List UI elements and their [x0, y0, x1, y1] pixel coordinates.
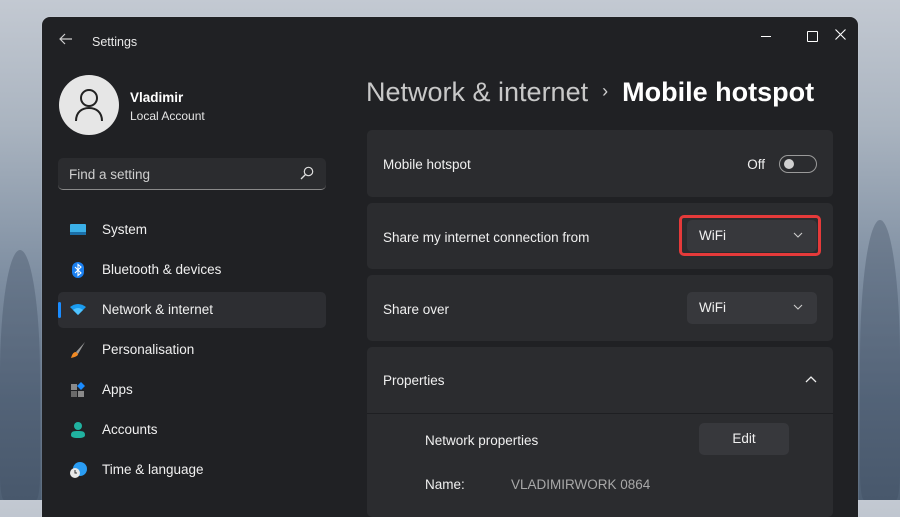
back-button[interactable] — [56, 31, 76, 51]
person-icon — [75, 89, 103, 122]
bluetooth-icon — [72, 262, 84, 278]
sidebar-item-label: Apps — [102, 382, 133, 397]
sidebar-item-network[interactable]: Network & internet — [58, 292, 326, 328]
breadcrumb: Network & internet › Mobile hotspot — [366, 77, 814, 108]
title-bar: Settings — [42, 17, 858, 65]
name-value: VLADIMIRWORK 0864 — [511, 477, 651, 492]
mobile-hotspot-label: Mobile hotspot — [383, 157, 471, 172]
wifi-icon — [70, 304, 86, 315]
page-title: Mobile hotspot — [622, 77, 815, 107]
sidebar-item-time-language[interactable]: Time & language — [58, 452, 326, 488]
share-over-dropdown[interactable]: WiFi — [687, 292, 817, 324]
app-title: Settings — [92, 35, 138, 49]
sidebar-item-label: Personalisation — [102, 342, 195, 357]
search-input[interactable] — [58, 158, 301, 190]
name-label: Name: — [425, 477, 465, 492]
sidebar-item-label: Time & language — [102, 462, 204, 477]
mobile-hotspot-toggle[interactable] — [779, 155, 817, 173]
sidebar-item-label: Network & internet — [102, 302, 214, 317]
search-icon[interactable] — [300, 166, 314, 180]
user-name: Vladimir — [130, 90, 184, 105]
sidebar-item-bluetooth[interactable]: Bluetooth & devices — [58, 252, 326, 288]
search-box[interactable] — [58, 158, 326, 190]
toggle-state-text: Off — [747, 157, 765, 172]
mobile-hotspot-card: Mobile hotspot Off — [367, 130, 833, 197]
highlight-annotation — [679, 215, 821, 256]
settings-window: Settings Vladimir Local Account System — [42, 17, 858, 517]
edit-button[interactable]: Edit — [699, 423, 789, 455]
share-over-label: Share over — [383, 302, 450, 317]
maximize-button[interactable] — [789, 25, 835, 45]
back-arrow-icon — [59, 33, 72, 45]
system-icon — [70, 224, 86, 235]
minimize-button[interactable] — [743, 25, 789, 45]
chevron-down-icon — [793, 304, 803, 310]
sidebar-item-system[interactable]: System — [58, 212, 326, 248]
background-tree — [860, 220, 900, 500]
apps-icon — [71, 382, 85, 397]
active-indicator — [58, 302, 61, 318]
network-properties-label: Network properties — [425, 433, 539, 448]
properties-expander: Properties Network properties Edit Name:… — [367, 347, 833, 517]
sidebar-item-label: Bluetooth & devices — [102, 262, 222, 277]
maximize-icon — [806, 30, 818, 42]
properties-label: Properties — [383, 373, 445, 388]
chevron-up-icon[interactable] — [805, 375, 817, 383]
sidebar-item-accounts[interactable]: Accounts — [58, 412, 326, 448]
sidebar-nav: System Bluetooth & devices Network & int… — [58, 212, 326, 492]
accounts-icon — [71, 422, 85, 438]
minimize-icon — [761, 35, 771, 37]
share-over-value: WiFi — [699, 300, 726, 315]
share-over-card: Share over WiFi — [367, 275, 833, 341]
background-tree — [0, 250, 40, 500]
breadcrumb-parent[interactable]: Network & internet — [366, 77, 588, 107]
breadcrumb-separator-icon: › — [602, 81, 609, 101]
sidebar-item-label: Accounts — [102, 422, 158, 437]
time-language-icon — [70, 462, 87, 478]
brush-icon — [71, 342, 85, 358]
properties-header[interactable]: Properties — [367, 347, 833, 414]
sidebar-item-label: System — [102, 222, 148, 237]
share-from-label: Share my internet connection from — [383, 230, 590, 245]
close-icon — [835, 29, 846, 40]
sidebar-item-apps[interactable]: Apps — [58, 372, 326, 408]
avatar — [59, 75, 119, 135]
account-type: Local Account — [130, 109, 205, 123]
sidebar-item-personalisation[interactable]: Personalisation — [58, 332, 326, 368]
toggle-knob — [784, 159, 794, 169]
